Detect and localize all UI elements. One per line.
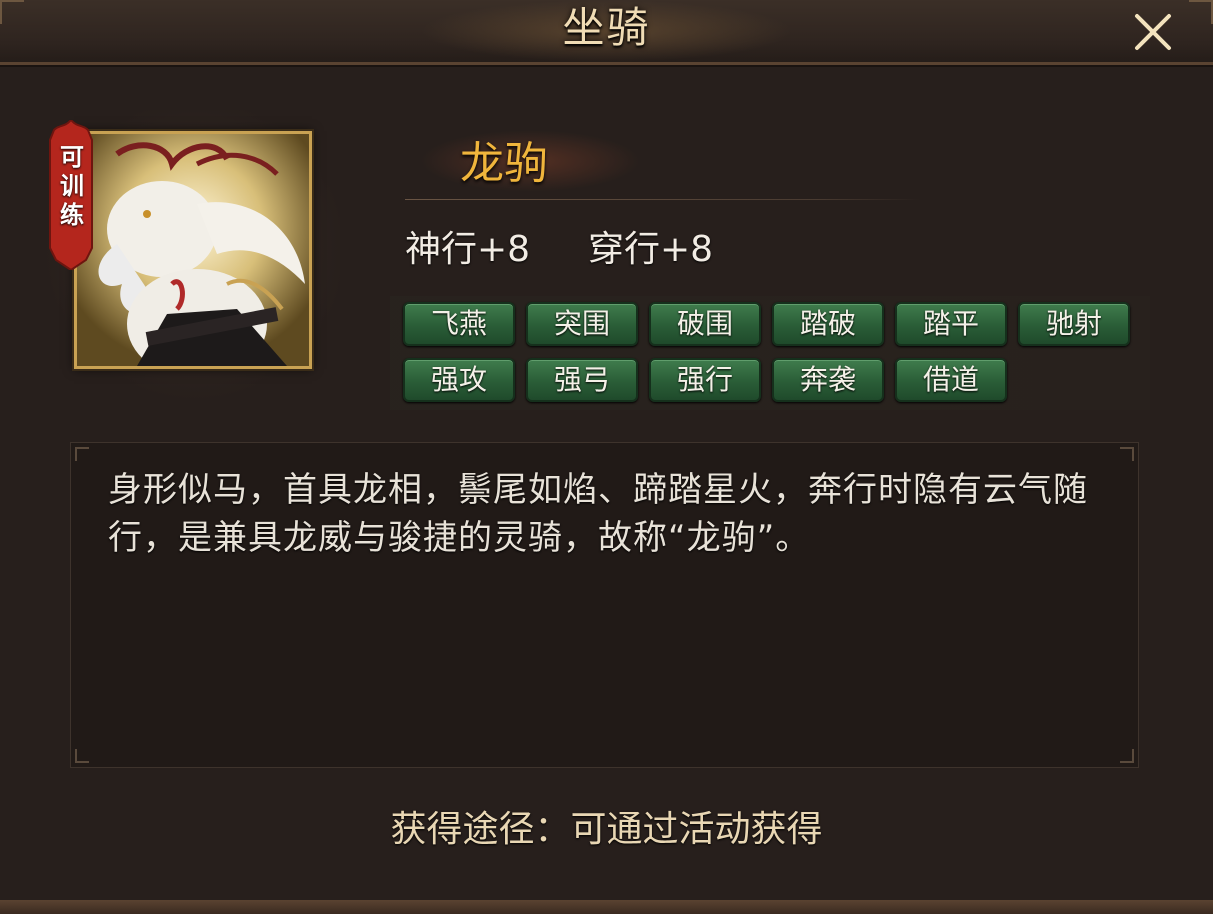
stat-chuanxing: 穿行+8 (588, 229, 714, 270)
skill-tag[interactable]: 踏破 (772, 302, 884, 346)
panel-title: 坐骑 (562, 3, 651, 52)
stat-shenxing: 神行+8 (405, 229, 531, 270)
skill-tag[interactable]: 飞燕 (403, 302, 515, 346)
corner-ornament (1120, 447, 1134, 461)
corner-ornament (1120, 749, 1134, 763)
skill-tag[interactable]: 强行 (649, 358, 761, 402)
mount-info-panel: 坐骑 可训练 龙驹 神行+8 穿行+8 飞燕 突围 破围 踏破 踏平 驰射 强攻… (0, 0, 1213, 914)
skill-tag[interactable]: 强弓 (526, 358, 638, 402)
skill-tag[interactable]: 驰射 (1018, 302, 1130, 346)
mount-description: 身形似马，首具龙相，鬃尾如焰、蹄踏星火，奔行时隐有云气随行，是兼具龙威与骏捷的灵… (108, 470, 1088, 558)
skill-tag[interactable]: 踏平 (895, 302, 1007, 346)
mount-name: 龙驹 (460, 138, 548, 189)
bottom-border (0, 900, 1213, 914)
skill-tag[interactable]: 奔袭 (772, 358, 884, 402)
corner-ornament (75, 749, 89, 763)
corner-ornament (75, 447, 89, 461)
title-bar: 坐骑 (0, 0, 1213, 65)
skill-tag[interactable]: 破围 (649, 302, 761, 346)
acquire-method: 获得途径：可通过活动获得 (390, 809, 823, 850)
skill-tag[interactable]: 强攻 (403, 358, 515, 402)
corner-ornament (0, 0, 24, 24)
mount-portrait[interactable] (74, 131, 312, 369)
close-icon (1135, 14, 1171, 50)
corner-ornament (1189, 0, 1213, 24)
dragon-horse-image (77, 134, 309, 366)
skill-tag[interactable]: 突围 (526, 302, 638, 346)
divider (405, 199, 920, 200)
skill-tag[interactable]: 借道 (895, 358, 1007, 402)
close-button[interactable] (1128, 10, 1178, 54)
trainable-label: 可训练 (60, 143, 84, 229)
